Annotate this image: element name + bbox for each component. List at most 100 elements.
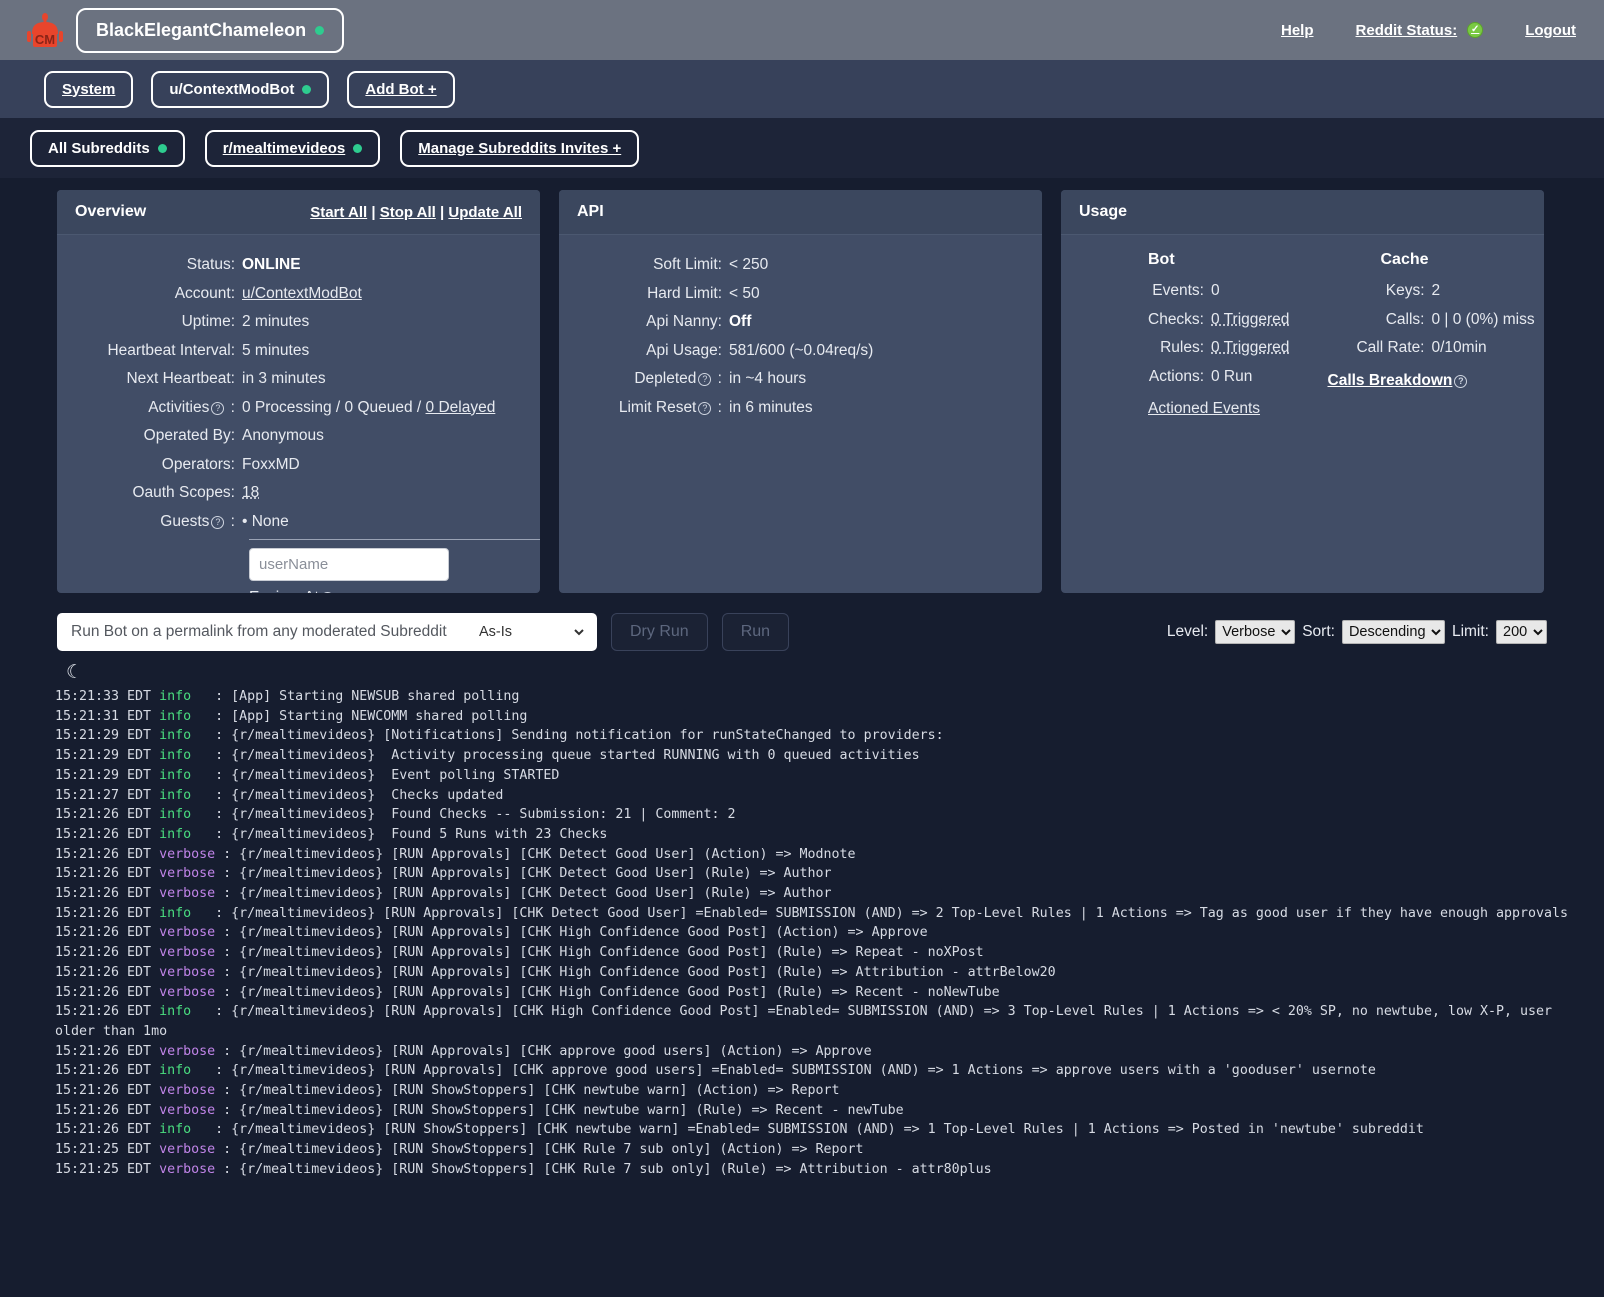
sort-select[interactable]: Descending — [1342, 620, 1445, 644]
stop-all-link[interactable]: Stop All — [380, 204, 436, 221]
overview-row-activities: Activities? : 0 Processing / 0 Queued / … — [67, 394, 518, 423]
log-line: 15:21:29 EDT info : {r/mealtimevideos} A… — [55, 746, 1590, 766]
log-message: : {r/mealtimevideos} [RUN ShowStoppers] … — [215, 1162, 992, 1177]
api-row-soft-limit: Soft Limit: < 250 — [569, 251, 1020, 280]
level-select[interactable]: Verbose — [1215, 620, 1295, 644]
api-key-depleted: Depleted? : — [569, 365, 729, 394]
manage-subreddit-invites-button[interactable]: Manage Subreddits Invites + — [400, 130, 639, 167]
api-row-api-usage: Api Usage: 581/600 (~0.04req/s) — [569, 337, 1020, 366]
top-bar: CM BlackElegantChameleon Help Reddit Sta… — [0, 0, 1604, 60]
log-message: : {r/mealtimevideos} Activity processing… — [191, 748, 920, 763]
usage-row-rules: Rules: 0 Triggered — [1101, 334, 1318, 363]
activities-delayed-link[interactable]: 0 Delayed — [426, 399, 496, 416]
log-timestamp: 15:21:26 EDT — [55, 827, 159, 842]
log-line: 15:21:26 EDT verbose : {r/mealtimevideos… — [55, 1081, 1590, 1101]
log-message: : {r/mealtimevideos} [RUN Approvals] [CH… — [215, 965, 1056, 980]
overview-actions: Start All | Stop All | Update All — [310, 204, 522, 221]
log-level: verbose — [159, 1162, 215, 1177]
log-message: : {r/mealtimevideos} Event polling START… — [191, 768, 559, 783]
instance-selector-button[interactable]: BlackElegantChameleon — [76, 8, 344, 53]
log-line: 15:21:29 EDT info : {r/mealtimevideos} E… — [55, 766, 1590, 786]
log-line: 15:21:26 EDT verbose : {r/mealtimevideos… — [55, 845, 1590, 865]
tab-bot-contextmodbot[interactable]: u/ContextModBot — [151, 71, 329, 108]
log-line: 15:21:26 EDT verbose : {r/mealtimevideos… — [55, 864, 1590, 884]
reddit-status[interactable]: Reddit Status: ✓ — [1356, 22, 1484, 39]
usage-cache-heading: Cache — [1381, 251, 1545, 269]
overview-key-operators: Operators: — [67, 451, 242, 480]
actioned-events-link[interactable]: Actioned Events — [1148, 400, 1318, 418]
log-timestamp: 15:21:26 EDT — [55, 1122, 159, 1137]
overview-key-heartbeat-interval: Heartbeat Interval: — [67, 337, 242, 366]
overview-value-account[interactable]: u/ContextModBot — [242, 280, 362, 309]
log-message: : {r/mealtimevideos} Checks updated — [191, 788, 503, 803]
online-dot — [353, 144, 362, 153]
bot-tab-bar: System u/ContextModBot Add Bot + — [0, 60, 1604, 118]
overview-value-next-heartbeat: in 3 minutes — [242, 365, 326, 394]
help-icon[interactable]: ? — [211, 402, 224, 415]
add-bot-button[interactable]: Add Bot + — [347, 71, 454, 108]
overview-value-activities: 0 Processing / 0 Queued / 0 Delayed — [242, 394, 495, 423]
help-icon[interactable]: ? — [211, 516, 224, 529]
panels-row: Overview Start All | Stop All | Update A… — [0, 178, 1604, 593]
log-message: : {r/mealtimevideos} [RUN ShowStoppers] … — [215, 1083, 839, 1098]
overview-value-oauth-scopes[interactable]: 18 — [242, 479, 259, 508]
usage-cache-column: Cache Keys: 2 Calls: 0 | 0 (0%) miss Cal… — [1328, 251, 1545, 418]
log-level: verbose — [159, 925, 215, 940]
usage-row-call-rate: Call Rate: 0/10min — [1328, 334, 1545, 363]
run-controls-bar: As-Is Dry Run Run Level: Verbose Sort: D… — [0, 593, 1604, 651]
help-icon[interactable]: ? — [1454, 375, 1467, 388]
overview-key-status: Status: — [67, 251, 242, 280]
usage-value-rules[interactable]: 0 Triggered — [1211, 334, 1289, 363]
overview-key-activities-text: Activities — [148, 399, 209, 416]
usage-key-actions: Actions: — [1101, 363, 1211, 392]
logout-link[interactable]: Logout — [1525, 22, 1576, 39]
help-icon[interactable]: ? — [698, 402, 711, 415]
dry-run-button[interactable]: Dry Run — [611, 613, 708, 651]
log-line: 15:21:26 EDT verbose : {r/mealtimevideos… — [55, 923, 1590, 943]
level-label: Level: — [1167, 623, 1208, 641]
usage-key-rules: Rules: — [1101, 334, 1211, 363]
run-button[interactable]: Run — [722, 613, 789, 651]
start-all-link[interactable]: Start All — [310, 204, 367, 221]
update-all-link[interactable]: Update All — [448, 204, 522, 221]
tab-system[interactable]: System — [44, 71, 133, 108]
log-timestamp: 15:21:29 EDT — [55, 768, 159, 783]
help-link[interactable]: Help — [1281, 22, 1314, 39]
overview-key-guests: Guests? : — [67, 508, 242, 537]
usage-panel-header: Usage — [1061, 190, 1544, 235]
overview-body: Status: ONLINE Account: u/ContextModBot … — [57, 235, 540, 593]
tab-all-subreddits[interactable]: All Subreddits — [30, 130, 185, 167]
help-icon[interactable]: ? — [698, 373, 711, 386]
log-level: info — [159, 1063, 191, 1078]
log-timestamp: 15:21:26 EDT — [55, 1063, 159, 1078]
usage-key-calls: Calls: — [1328, 306, 1432, 335]
log-timestamp: 15:21:25 EDT — [55, 1162, 159, 1177]
permalink-input[interactable] — [69, 622, 475, 642]
help-icon[interactable]: ? — [321, 592, 334, 593]
overview-panel-header: Overview Start All | Stop All | Update A… — [57, 190, 540, 235]
log-message: : {r/mealtimevideos} Found 5 Runs with 2… — [191, 827, 607, 842]
overview-row-oauth-scopes: Oauth Scopes: 18 — [67, 479, 518, 508]
log-message: : [App] Starting NEWSUB shared polling — [191, 689, 519, 704]
tab-subreddit-mealtimevideos[interactable]: r/mealtimevideos — [205, 130, 381, 167]
limit-select[interactable]: 200 — [1496, 620, 1547, 644]
usage-value-checks[interactable]: 0 Triggered — [1211, 306, 1289, 335]
log-timestamp: 15:21:26 EDT — [55, 866, 159, 881]
overview-panel: Overview Start All | Stop All | Update A… — [57, 190, 540, 593]
api-value-limit-reset: in 6 minutes — [729, 394, 813, 423]
usage-value-calls: 0 | 0 (0%) miss — [1432, 306, 1535, 335]
api-row-hard-limit: Hard Limit: < 50 — [569, 280, 1020, 309]
guest-username-input[interactable] — [249, 548, 449, 581]
log-level: verbose — [159, 985, 215, 1000]
usage-bot-heading: Bot — [1148, 251, 1318, 269]
run-mode-select[interactable]: As-Is — [475, 623, 587, 641]
log-timestamp: 15:21:26 EDT — [55, 965, 159, 980]
log-message: : {r/mealtimevideos} [RUN Approvals] [CH… — [191, 1063, 1376, 1078]
log-timestamp: 15:21:26 EDT — [55, 1004, 159, 1019]
log-message: : [App] Starting NEWCOMM shared polling — [191, 709, 527, 724]
log-line: 15:21:25 EDT verbose : {r/mealtimevideos… — [55, 1160, 1590, 1180]
usage-key-keys: Keys: — [1328, 277, 1432, 306]
log-timestamp: 15:21:26 EDT — [55, 1083, 159, 1098]
calls-breakdown-row[interactable]: Calls Breakdown? — [1328, 372, 1545, 390]
log-line: 15:21:31 EDT info : [App] Starting NEWCO… — [55, 707, 1590, 727]
